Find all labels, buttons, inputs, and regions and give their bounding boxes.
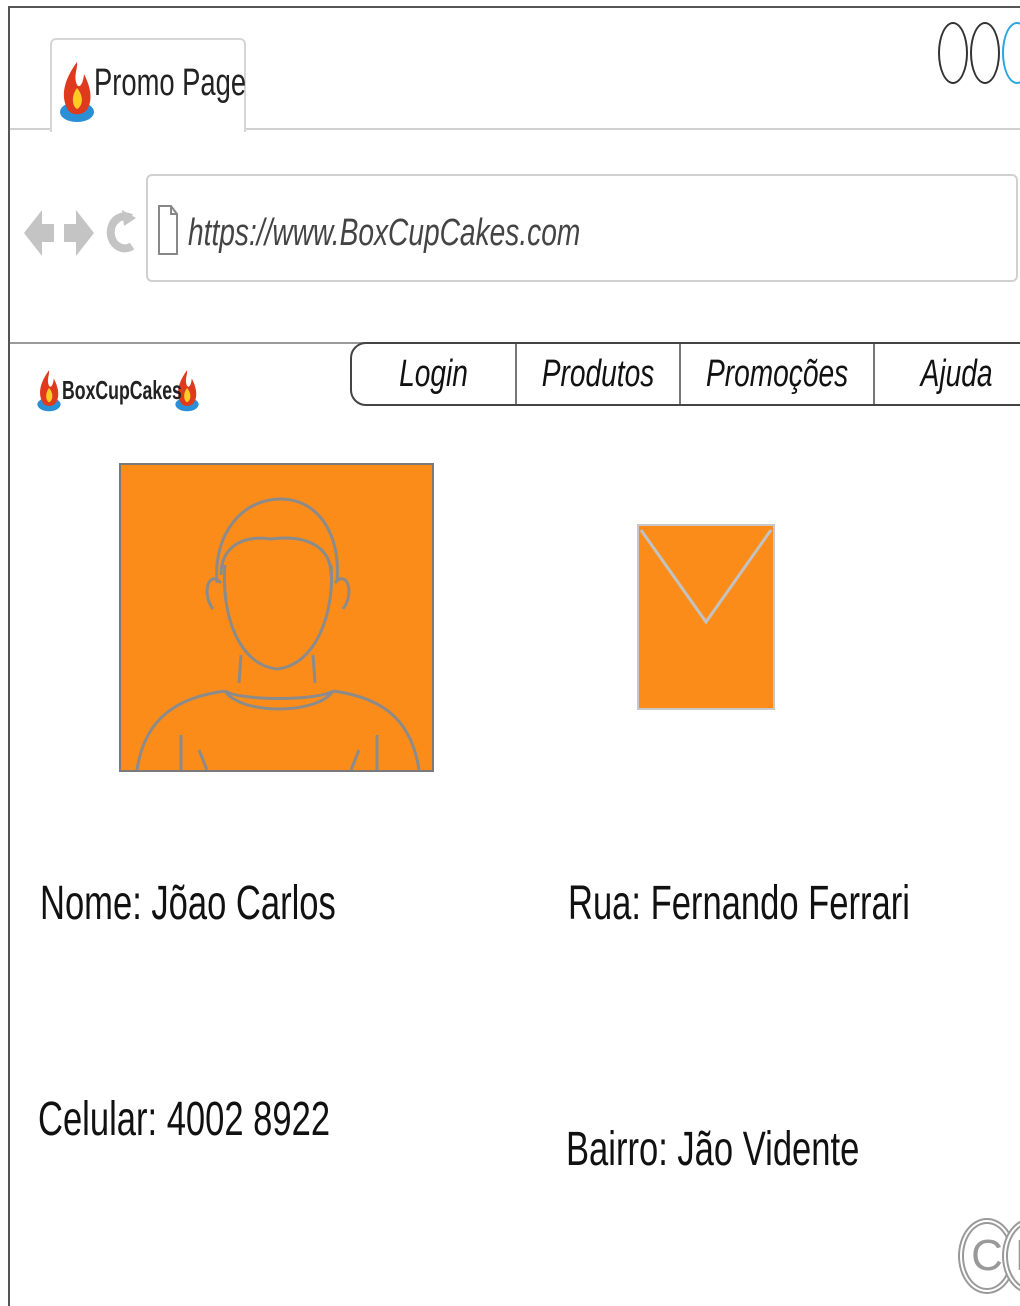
user-silhouette-icon: [135, 497, 421, 770]
user-district: Bairro: Jão Vidente: [566, 1123, 860, 1176]
maximize-button[interactable]: [970, 22, 1000, 84]
menu-item-label: Produtos: [541, 352, 655, 395]
menu-item-label: Login: [398, 352, 468, 395]
site-logo-text: BoxCupCakes: [62, 375, 182, 405]
close-button[interactable]: [1002, 22, 1020, 84]
user-avatar: [119, 463, 434, 772]
forward-arrow-icon[interactable]: [62, 196, 96, 275]
navigation-controls: [22, 196, 138, 275]
user-phone: Celular: 4002 8922: [38, 1093, 331, 1146]
menu-item-login[interactable]: Login: [352, 344, 515, 404]
menu-item-promocoes[interactable]: Promoções: [679, 344, 873, 404]
copyright-mark: C R: [958, 1218, 1020, 1294]
tab-title: Promo Page: [94, 62, 247, 104]
main-menu: Login Produtos Promoções Ajuda: [350, 342, 1020, 406]
address-bar[interactable]: https://www.BoxCupCakes.com: [146, 174, 1018, 282]
page-icon: [156, 200, 180, 265]
browser-tab[interactable]: Promo Page: [50, 38, 246, 132]
menu-item-ajuda[interactable]: Ajuda: [873, 344, 1020, 404]
flame-logo-icon: [36, 358, 62, 423]
mail-envelope-icon[interactable]: [637, 524, 775, 710]
user-name: Nome: Jõao Carlos: [40, 877, 336, 930]
flame-logo-icon: [58, 52, 96, 129]
back-arrow-icon[interactable]: [22, 196, 56, 275]
menu-item-label: Ajuda: [920, 352, 993, 395]
site-logo[interactable]: BoxCupCakes: [36, 358, 200, 423]
menu-item-produtos[interactable]: Produtos: [514, 344, 680, 404]
minimize-button[interactable]: [938, 22, 968, 84]
reload-icon[interactable]: [102, 196, 138, 275]
menu-item-label: Promoções: [706, 352, 849, 395]
window-controls: [938, 22, 1020, 84]
user-street: Rua: Fernando Ferrari: [568, 877, 910, 930]
url-text: https://www.BoxCupCakes.com: [188, 212, 581, 254]
